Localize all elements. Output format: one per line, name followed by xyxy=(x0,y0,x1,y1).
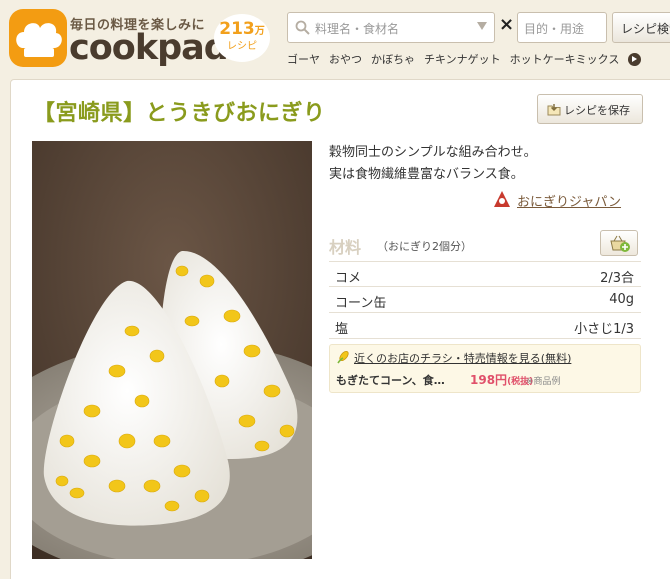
folder-save-icon xyxy=(547,104,561,116)
basket-add-icon xyxy=(610,235,630,252)
ingredients-heading: 材料 xyxy=(329,238,362,257)
ingredient-row: コーン缶 40g xyxy=(329,287,641,313)
ingredient-quantity: 小さじ1/3 xyxy=(574,322,634,337)
recipe-count-suffix: 万 xyxy=(254,26,265,37)
recipe-count-badge: 213万 レシピ xyxy=(214,14,270,62)
recipe-count-number: 213 xyxy=(219,19,255,39)
ingredients-header: 材料 （おにぎり2個分） xyxy=(329,230,641,260)
ingredient-name: コメ xyxy=(335,271,362,286)
save-recipe-button[interactable]: レシピを保存 xyxy=(537,94,643,124)
add-to-shopping-list-button[interactable] xyxy=(600,230,638,256)
dropdown-arrow-icon[interactable] xyxy=(477,22,487,30)
flyer-link[interactable]: 近くのお店のチラシ・特売情報を見る(無料) xyxy=(354,350,571,366)
logo-wordmark: cookpad xyxy=(69,28,229,68)
keyword-link[interactable]: ホットケーキミックス xyxy=(510,51,620,67)
purpose-search-input[interactable]: 目的・用途 xyxy=(517,12,607,43)
ad-product-name[interactable]: もぎたてコーン、食… xyxy=(336,372,445,388)
recipe-card: 【宮崎県】とうきびおにぎり レシピを保存 穀物同士のシンプルな組み合わせ。 実は… xyxy=(10,79,670,579)
recipe-search-button[interactable]: レシピ検索 xyxy=(612,12,670,43)
ingredients-list: コメ 2/3合 コーン缶 40g 塩 小さじ1/3 xyxy=(329,261,641,339)
search-placeholder: 料理名・食材名 xyxy=(315,22,400,36)
times-separator: × xyxy=(499,14,515,35)
search-icon xyxy=(295,20,310,35)
save-recipe-label: レシピを保存 xyxy=(564,104,630,117)
author-name[interactable]: おにぎりジャパン xyxy=(517,191,621,210)
recipe-title: 【宮崎県】とうきびおにぎり xyxy=(33,101,326,126)
ingredient-quantity: 40g xyxy=(609,292,634,307)
ingredient-quantity: 2/3合 xyxy=(600,271,634,286)
ingredient-row: コメ 2/3合 xyxy=(329,261,641,287)
keyword-link[interactable]: チキンナゲット xyxy=(424,51,501,67)
chef-hat-icon xyxy=(9,9,67,67)
recipe-photo[interactable] xyxy=(32,141,312,559)
description-line: 実は食物繊維豊富なバランス食。 xyxy=(329,167,524,182)
popular-keywords: ゴーヤ おやつ かぼちゃ チキンナゲット ホットケーキミックス xyxy=(287,51,642,67)
site-header: 毎日の料理を楽しみに cookpad 213万 レシピ 料理名・食材名 × 目的… xyxy=(0,0,670,78)
ad-note: ※商品例 xyxy=(526,377,561,387)
recipe-search-input[interactable]: 料理名・食材名 xyxy=(287,12,495,43)
recipe-count-unit: レシピ xyxy=(227,41,257,52)
keyword-link[interactable]: ゴーヤ xyxy=(287,51,320,67)
ingredient-name: コーン缶 xyxy=(335,296,387,311)
chevron-right-icon[interactable] xyxy=(628,52,642,66)
onigiri-photo-image xyxy=(32,141,312,559)
ingredients-servings: （おにぎり2個分） xyxy=(377,240,472,253)
ingredient-row: 塩 小さじ1/3 xyxy=(329,313,641,339)
store-flyer-ad[interactable]: 近くのお店のチラシ・特売情報を見る(無料) もぎたてコーン、食… 198円(税抜… xyxy=(329,344,641,393)
keyword-link[interactable]: かぼちゃ xyxy=(371,51,415,67)
corn-icon xyxy=(337,350,349,364)
recipe-description: 穀物同士のシンプルな組み合わせ。 実は食物繊維豊富なバランス食。 xyxy=(329,142,537,186)
author-avatar-icon xyxy=(494,191,510,207)
author-link[interactable]: おにぎりジャパン xyxy=(493,190,621,210)
description-line: 穀物同士のシンプルな組み合わせ。 xyxy=(329,145,537,160)
cookpad-logo[interactable]: 毎日の料理を楽しみに cookpad xyxy=(8,6,229,70)
ad-price-value: 198円 xyxy=(470,373,508,387)
ad-price: 198円(税抜) xyxy=(470,371,533,388)
ingredient-name: 塩 xyxy=(335,322,349,337)
keyword-link[interactable]: おやつ xyxy=(329,51,362,67)
